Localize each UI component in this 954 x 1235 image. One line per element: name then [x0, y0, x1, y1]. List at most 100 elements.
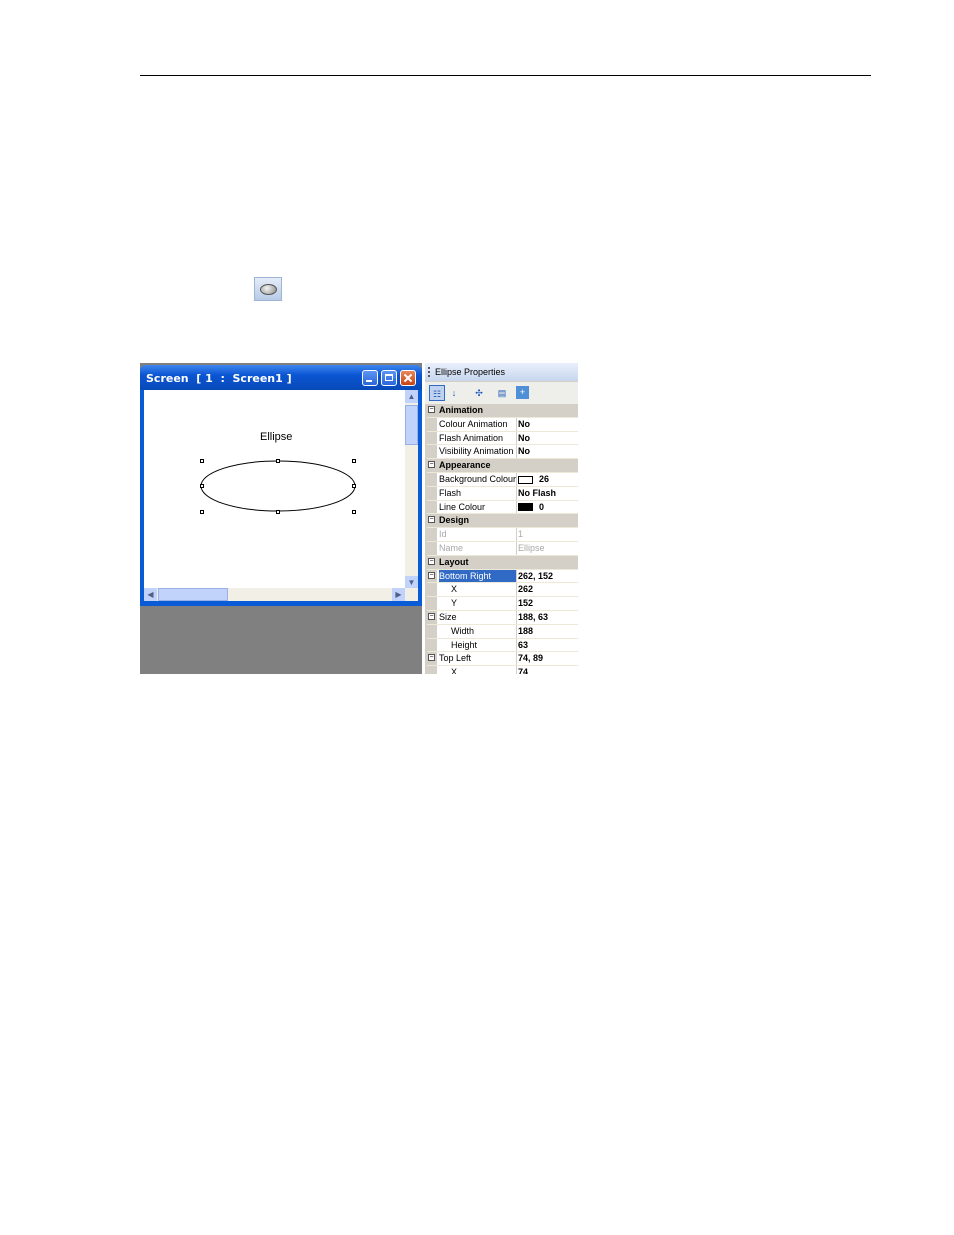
property-value[interactable]: No [518, 432, 530, 444]
properties-title: Ellipse Properties [435, 367, 506, 377]
properties-toolbar: ☷ ↓ ✣ ▤ + [425, 382, 578, 404]
collapse-icon[interactable]: − [428, 612, 435, 620]
property-name: Appearance [439, 460, 491, 471]
horizontal-scrollbar[interactable]: ◀ ▶ [144, 588, 405, 601]
property-value-text: 188, 63 [518, 611, 549, 622]
property-row[interactable]: Y 152 [427, 597, 578, 611]
resize-grip-icon[interactable] [405, 588, 418, 601]
property-value[interactable]: No [518, 445, 530, 457]
collapse-icon[interactable]: − [428, 406, 435, 413]
property-row[interactable]: Flash Animation No [427, 431, 578, 446]
row-gutter [427, 500, 437, 514]
scroll-up-icon[interactable]: ▲ [405, 390, 418, 403]
property-value[interactable]: 26 [518, 473, 549, 485]
property-value-text: 63 [518, 639, 529, 650]
property-row[interactable]: Height 63 [427, 638, 578, 653]
property-name: Background Colour [439, 473, 516, 484]
property-value-text: 1 [518, 529, 524, 540]
collapse-icon[interactable]: − [428, 654, 435, 662]
properties-header: Ellipse Properties [425, 363, 578, 381]
property-row[interactable]: Colour Animation No [427, 417, 578, 432]
minimize-button[interactable] [362, 370, 378, 386]
selection-handles [200, 459, 356, 514]
property-name: Layout [439, 556, 469, 567]
column-divider [516, 500, 517, 514]
property-category[interactable]: − Design [427, 514, 578, 529]
property-row[interactable]: Line Colour 0 [427, 500, 578, 515]
alphabetical-icon[interactable]: ↓ [446, 385, 462, 401]
property-category[interactable]: − Animation [427, 404, 578, 418]
property-row[interactable]: Visibility Animation No [427, 445, 578, 460]
property-row[interactable]: X 74 [427, 666, 578, 674]
property-value[interactable]: 1 [518, 528, 523, 540]
property-value[interactable]: 152 [518, 597, 533, 609]
property-value[interactable]: 74 [518, 666, 528, 674]
property-row[interactable]: − Size 188, 63 [427, 610, 578, 625]
property-value-text: No [518, 418, 530, 429]
property-pages-icon[interactable]: ▤ [494, 385, 510, 401]
horizontal-scroll-thumb[interactable] [158, 588, 228, 601]
column-divider [516, 417, 517, 431]
property-row[interactable]: Width 188 [427, 624, 578, 639]
property-row[interactable]: Name Ellipse [427, 541, 578, 556]
property-name: Visibility Animation [439, 446, 514, 457]
ellipse-glyph [260, 284, 277, 295]
column-divider [516, 472, 517, 486]
property-value[interactable]: No Flash [518, 487, 556, 499]
property-row[interactable]: − Top Left 74, 89 [427, 652, 578, 667]
property-value[interactable]: No [518, 418, 530, 430]
window-titlebar[interactable]: Screen [ 1 : Screen1 ] [140, 365, 422, 390]
vertical-scrollbar[interactable]: ▲ ▼ [405, 390, 418, 589]
property-value-text: 262 [518, 584, 534, 595]
row-gutter [427, 445, 437, 459]
property-value[interactable]: 0 [518, 501, 544, 513]
property-category[interactable]: − Layout [427, 555, 578, 570]
column-divider [516, 638, 517, 652]
property-name: Top Left [439, 653, 472, 664]
property-name: Colour Animation [439, 418, 508, 429]
scroll-left-icon[interactable]: ◀ [144, 588, 157, 601]
property-value[interactable]: 262 [518, 583, 533, 595]
property-name: Name [439, 542, 464, 553]
add-icon[interactable]: + [516, 386, 529, 399]
ellipse-tool-icon[interactable] [254, 277, 282, 301]
scroll-right-icon[interactable]: ▶ [392, 588, 405, 601]
properties-panel: Ellipse Properties ☷ ↓ ✣ ▤ + − Animation C… [425, 363, 578, 674]
property-value[interactable]: Ellipse [518, 542, 545, 554]
expand-icon[interactable]: ✣ [471, 385, 487, 401]
property-row[interactable]: X 262 [427, 583, 578, 598]
property-value-text: Ellipse [518, 542, 545, 553]
ellipse-shape[interactable] [199, 458, 359, 518]
row-gutter [427, 624, 437, 638]
property-value-text: 188 [518, 625, 534, 636]
property-value[interactable]: 188 [518, 625, 533, 637]
categorized-icon[interactable]: ☷ [429, 385, 445, 401]
property-value[interactable]: 63 [518, 639, 528, 651]
page-top-rule [140, 75, 871, 76]
vertical-scroll-thumb[interactable] [405, 405, 418, 445]
row-gutter [427, 431, 437, 445]
property-value-text: No [518, 432, 530, 443]
property-name: Id [439, 529, 447, 540]
column-divider [516, 445, 517, 459]
property-value[interactable]: 188, 63 [518, 611, 548, 623]
property-row[interactable]: − Bottom Right 262, 152 [427, 569, 578, 584]
maximize-button[interactable] [381, 370, 397, 386]
property-value[interactable]: 74, 89 [518, 652, 543, 664]
collapse-icon[interactable]: − [428, 516, 435, 524]
property-value-text: 74, 89 [518, 653, 544, 664]
property-row[interactable]: Id 1 [427, 528, 578, 542]
drag-grip-icon[interactable] [428, 367, 432, 377]
collapse-icon[interactable]: − [428, 571, 435, 579]
property-name: Size [439, 611, 457, 622]
property-row[interactable]: Flash No Flash [427, 486, 578, 501]
collapse-icon[interactable]: − [428, 557, 435, 565]
collapse-icon[interactable]: − [428, 461, 435, 469]
row-gutter [427, 666, 437, 674]
close-button[interactable] [400, 370, 416, 386]
property-value[interactable]: 262, 152 [518, 570, 553, 582]
property-row[interactable]: Background Colour 26 [427, 472, 578, 487]
screen-canvas[interactable]: Ellipse [144, 390, 405, 597]
property-category[interactable]: − Appearance [427, 459, 578, 473]
property-grid: − Animation Colour Animation No Flash Animat… [427, 404, 578, 674]
